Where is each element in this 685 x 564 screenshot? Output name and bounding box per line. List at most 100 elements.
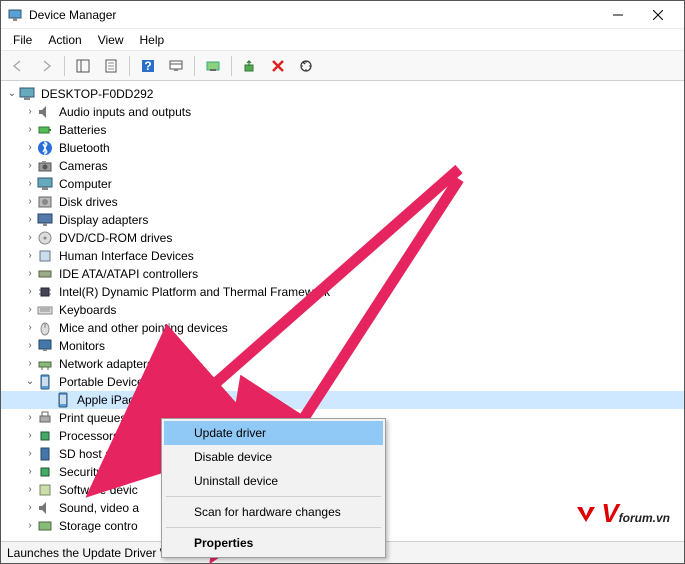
enable-device-button[interactable]	[237, 54, 263, 78]
app-icon	[7, 7, 23, 23]
expand-icon[interactable]: ›	[23, 427, 37, 445]
toolbar-separator	[129, 56, 130, 76]
tree-category-7[interactable]: ›DVD/CD-ROM drives	[1, 229, 684, 247]
svg-text:?: ?	[144, 59, 151, 73]
menu-view[interactable]: View	[90, 31, 132, 49]
tree-category-9[interactable]: › IDE ATA/ATAPI controllers	[1, 265, 684, 283]
context-menu-item-uninstall-device[interactable]: Uninstall device	[164, 469, 383, 493]
menu-file[interactable]: File	[5, 31, 40, 49]
computer-icon	[19, 86, 35, 102]
tree-node-label: Network adapters	[57, 355, 155, 373]
tree-category-13[interactable]: › Monitors	[1, 337, 684, 355]
tree-category-8[interactable]: › Human Interface Devices	[1, 247, 684, 265]
tree-node-label: Apple iPad	[75, 391, 137, 409]
tree-category-3[interactable]: › Cameras	[1, 157, 684, 175]
expand-icon[interactable]: ›	[23, 175, 37, 193]
tree-category-14[interactable]: › Network adapters	[1, 355, 684, 373]
collapse-icon[interactable]: ⌄	[5, 85, 19, 103]
context-menu-separator	[166, 496, 381, 497]
tree-node-label: Audio inputs and outputs	[57, 103, 193, 121]
expand-icon[interactable]: ›	[23, 283, 37, 301]
tree-node-label: IDE ATA/ATAPI controllers	[57, 265, 200, 283]
tree-node-label: Cameras	[57, 157, 110, 175]
update-driver-toolbar-button[interactable]	[200, 54, 226, 78]
tree-category-1[interactable]: ›Batteries	[1, 121, 684, 139]
expand-icon[interactable]: ›	[23, 265, 37, 283]
expand-icon[interactable]: ›	[23, 337, 37, 355]
expand-icon[interactable]: ›	[23, 103, 37, 121]
tree-category-12[interactable]: › Mice and other pointing devices	[1, 319, 684, 337]
tree-node-label: Storage contro	[57, 517, 140, 535]
tree-category-0[interactable]: › Audio inputs and outputs	[1, 103, 684, 121]
tree-node-label: SD host adapt	[57, 445, 137, 463]
scan-hardware-button[interactable]	[293, 54, 319, 78]
properties-button[interactable]	[98, 54, 124, 78]
expand-icon[interactable]: ›	[23, 193, 37, 211]
context-menu-item-disable-device[interactable]: Disable device	[164, 445, 383, 469]
show-hide-console-tree-button[interactable]	[70, 54, 96, 78]
expand-icon[interactable]: ›	[23, 499, 37, 517]
expand-icon[interactable]: ›	[23, 157, 37, 175]
tree-category-6[interactable]: ›Display adapters	[1, 211, 684, 229]
tree-node-label: Monitors	[57, 337, 107, 355]
toolbar-separator	[64, 56, 65, 76]
view-devices-button[interactable]	[163, 54, 189, 78]
expand-icon[interactable]: ›	[23, 121, 37, 139]
expand-icon[interactable]: ›	[23, 409, 37, 427]
tree-node-label: Sound, video a	[57, 499, 141, 517]
context-menu-item-scan-for-hardware-changes[interactable]: Scan for hardware changes	[164, 500, 383, 524]
minimize-button[interactable]	[598, 2, 638, 28]
tree-node-label: Keyboards	[57, 301, 118, 319]
tree-root[interactable]: ⌄ DESKTOP-F0DD292	[1, 85, 684, 103]
expand-icon[interactable]: ›	[23, 211, 37, 229]
context-menu: Update driverDisable deviceUninstall dev…	[161, 418, 386, 558]
hid-icon	[37, 248, 53, 264]
menu-help[interactable]: Help	[132, 31, 173, 49]
expand-icon[interactable]: ›	[23, 229, 37, 247]
close-button[interactable]	[638, 2, 678, 28]
expand-icon[interactable]: ›	[23, 355, 37, 373]
printer-icon	[37, 410, 53, 426]
tree-category-15[interactable]: ⌄Portable Devices	[1, 373, 684, 391]
tree-category-5[interactable]: ›Disk drives	[1, 193, 684, 211]
context-menu-item-update-driver[interactable]: Update driver	[164, 421, 383, 445]
tree-node-label: Security device	[57, 463, 142, 481]
expand-icon[interactable]: ›	[23, 247, 37, 265]
tree-category-10[interactable]: ›Intel(R) Dynamic Platform and Thermal F…	[1, 283, 684, 301]
toolbar: ?	[1, 51, 684, 81]
ide-icon	[37, 266, 53, 282]
tree-node-label: Mice and other pointing devices	[57, 319, 230, 337]
bluetooth-icon	[37, 140, 53, 156]
tree-node-label: Human Interface Devices	[57, 247, 196, 265]
expand-icon[interactable]: ›	[23, 319, 37, 337]
network-icon	[37, 356, 53, 372]
expand-icon[interactable]: ›	[23, 139, 37, 157]
audio-icon	[37, 104, 53, 120]
tree-device-15-0[interactable]: Apple iPad	[1, 391, 684, 409]
camera-icon	[37, 158, 53, 174]
expand-icon[interactable]: ›	[23, 481, 37, 499]
help-button[interactable]: ?	[135, 54, 161, 78]
tree-category-2[interactable]: › Bluetooth	[1, 139, 684, 157]
tree-node-label: Computer	[57, 175, 114, 193]
tree-node-label: Print queues	[57, 409, 128, 427]
uninstall-device-button[interactable]	[265, 54, 291, 78]
tree-node-label: Processors	[57, 427, 121, 445]
menu-action[interactable]: Action	[40, 31, 89, 49]
chip-icon	[37, 284, 53, 300]
portable-icon	[37, 374, 53, 390]
context-menu-item-properties[interactable]: Properties	[164, 531, 383, 555]
security-icon	[37, 464, 53, 480]
expand-icon[interactable]: ›	[23, 301, 37, 319]
tree-category-11[interactable]: › Keyboards	[1, 301, 684, 319]
tree-node-label: Bluetooth	[57, 139, 112, 157]
tree-category-4[interactable]: › Computer	[1, 175, 684, 193]
expand-icon[interactable]: ›	[23, 517, 37, 535]
expand-icon[interactable]: ›	[23, 463, 37, 481]
display-icon	[37, 212, 53, 228]
expand-icon[interactable]: ›	[23, 445, 37, 463]
battery-icon	[37, 122, 53, 138]
forward-button	[33, 54, 59, 78]
tree-node-label: DESKTOP-F0DD292	[39, 85, 155, 103]
collapse-icon[interactable]: ⌄	[23, 373, 37, 391]
